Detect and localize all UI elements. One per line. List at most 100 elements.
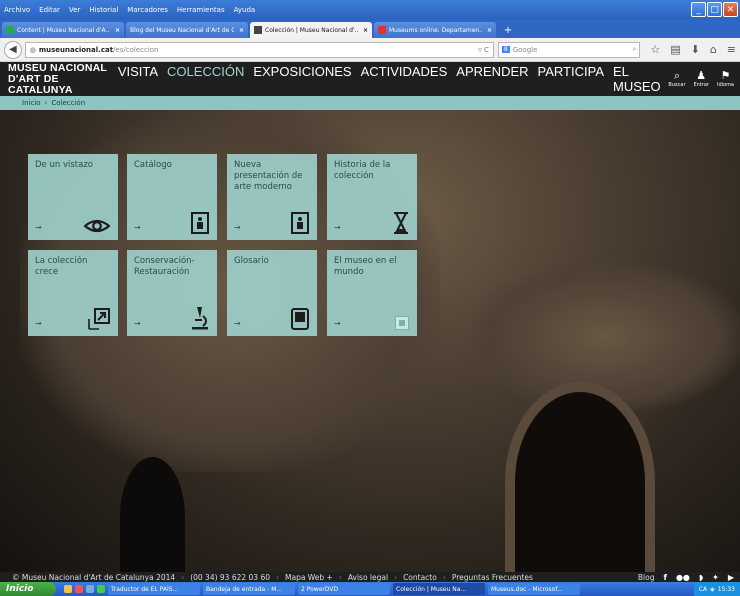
youtube-icon[interactable]: ▶ <box>728 573 734 582</box>
tab-close-icon[interactable]: × <box>363 27 368 34</box>
tile-nueva-presentacion[interactable]: Nueva presentación de arte moderno → <box>227 154 317 240</box>
task-powerdvd[interactable]: 2 PowerDVD <box>298 583 390 595</box>
back-button[interactable]: ◀ <box>4 40 22 59</box>
frame-icon <box>191 212 209 234</box>
quicklaunch-folder-icon[interactable] <box>64 585 72 593</box>
tab-blog[interactable]: Blog del Museu Nacional d'Art de C... × <box>126 22 248 38</box>
arrow-right-icon: → <box>234 319 241 328</box>
logo-line-2: D'ART DE CATALUNYA <box>8 72 73 96</box>
entrar-button[interactable]: ♟ Entrar <box>694 70 709 89</box>
tile-coleccion-crece[interactable]: La colección crece → <box>28 250 118 336</box>
search-bar[interactable]: 8 Google ⌕ <box>497 41 641 58</box>
window-controls: _ □ ✕ <box>691 2 738 17</box>
task-bandeja[interactable]: Bandeja de entrada - M... <box>203 583 295 595</box>
menu-ayuda[interactable]: Ayuda <box>234 6 256 14</box>
flag-icon: ⚑ <box>720 69 731 82</box>
tile-conservacion-restauracion[interactable]: Conservación-Restauración → <box>127 250 217 336</box>
tab-content[interactable]: Content | Museu Nacional d'A... × <box>2 22 124 38</box>
bookmarks-list-icon[interactable]: ▤ <box>670 43 680 56</box>
tray-lang[interactable]: CA <box>699 586 707 593</box>
footer-link-mapa-web[interactable]: Mapa Web + <box>285 573 333 582</box>
tab-close-icon[interactable]: × <box>239 27 244 34</box>
menu-editar[interactable]: Editar <box>39 6 60 14</box>
footer-copyright: © Museu Nacional d'Art de Catalunya 2014 <box>12 572 176 582</box>
bookmark-star-icon[interactable]: ☆ <box>650 43 660 56</box>
tile-historia-coleccion[interactable]: Historia de la colección → <box>327 154 417 240</box>
arrow-right-icon: → <box>234 223 241 232</box>
menu-icon[interactable]: ≡ <box>727 43 736 56</box>
maximize-icon[interactable]: □ <box>707 2 722 17</box>
arrow-right-icon: → <box>35 319 42 328</box>
download-icon[interactable]: ⬇ <box>691 43 700 56</box>
close-icon[interactable]: ✕ <box>723 2 738 17</box>
footer-link-contacto[interactable]: Contacto <box>403 573 437 582</box>
tile-title: Historia de la colección <box>334 160 391 181</box>
menu-marcadores[interactable]: Marcadores <box>127 6 168 14</box>
arrow-right-icon: → <box>334 223 341 232</box>
nav-coleccion[interactable]: COLECCIÓN <box>167 64 244 94</box>
quicklaunch-app-icon[interactable] <box>97 585 105 593</box>
favicon-icon <box>6 26 14 34</box>
nav-actividades[interactable]: ACTIVIDADES <box>361 64 448 94</box>
menu-historial[interactable]: Historial <box>89 6 118 14</box>
tile-de-un-vistazo[interactable]: De un vistazo → <box>28 154 118 240</box>
expand-icon <box>88 308 110 330</box>
menu-archivo[interactable]: Archivo <box>4 6 30 14</box>
url-host: museunacional.cat <box>38 45 114 54</box>
minimize-icon[interactable]: _ <box>691 2 706 17</box>
tray-network-icon[interactable]: ◈ <box>710 586 715 593</box>
menu-herramientas[interactable]: Herramientas <box>177 6 225 14</box>
museum-logo[interactable]: MUSEU NACIONAL D'ART DE CATALUNYA <box>8 62 114 96</box>
nav-exposiciones[interactable]: EXPOSICIONES <box>253 64 351 94</box>
globe-icon <box>395 316 409 330</box>
breadcrumb-home[interactable]: Inicio <box>22 99 41 107</box>
header-actions: ⌕ Buscar ♟ Entrar ⚑ Idioma <box>668 69 734 89</box>
quicklaunch-browser-icon[interactable] <box>86 585 94 593</box>
task-museus-doc[interactable]: Museus.doc - Microsof... <box>488 583 580 595</box>
flickr-icon[interactable]: ●● <box>676 573 690 582</box>
reload-icon[interactable]: ▿ C <box>478 46 489 54</box>
task-traductor[interactable]: Traductor de EL PAÍS... <box>108 583 200 595</box>
tile-glosario[interactable]: Glosario → <box>227 250 317 336</box>
tile-title: Glosario <box>234 256 269 266</box>
start-button[interactable]: Inicio <box>0 582 56 596</box>
arch-left <box>120 457 185 572</box>
footer-blog-link[interactable]: Blog <box>638 573 655 582</box>
task-coleccion[interactable]: Colección | Museu Na... <box>393 583 485 595</box>
idioma-button[interactable]: ⚑ Idioma <box>717 69 734 89</box>
tile-catalogo[interactable]: Catálogo → <box>127 154 217 240</box>
footer-link-faq[interactable]: Preguntas Frecuentes <box>452 573 533 582</box>
tab-close-icon[interactable]: × <box>487 27 492 34</box>
footer-phone: (00 34) 93 622 03 60 <box>190 572 270 582</box>
new-tab-button[interactable]: + <box>498 22 518 38</box>
nav-visita[interactable]: VISITA <box>118 64 158 94</box>
nav-participa[interactable]: PARTICIPA <box>538 64 604 94</box>
breadcrumb-separator: › <box>44 99 48 107</box>
tile-museo-en-el-mundo[interactable]: El museo en el mundo → <box>327 250 417 336</box>
footer-link-aviso-legal[interactable]: Aviso legal <box>348 573 388 582</box>
quick-launch <box>64 585 105 593</box>
nav-el-museo[interactable]: EL MUSEO <box>613 64 668 94</box>
twitter-icon[interactable]: ✦ <box>712 573 719 582</box>
search-engine-label: Google <box>512 45 538 54</box>
tab-coleccion[interactable]: Colección | Museu Nacional d'... × <box>250 22 372 38</box>
search-icon[interactable]: ⌕ <box>632 45 636 54</box>
tab-label: Museums online. Departamen... <box>389 26 482 34</box>
url-bar[interactable]: ◍ museunacional.cat /es/coleccion ▿ C <box>24 41 494 58</box>
tab-close-icon[interactable]: × <box>115 27 120 34</box>
menu-ver[interactable]: Ver <box>69 6 80 14</box>
url-path: /es/coleccion <box>113 45 159 54</box>
nav-aprender[interactable]: APRENDER <box>456 64 528 94</box>
hourglass-icon <box>394 212 408 234</box>
eye-icon <box>84 219 110 233</box>
facebook-icon[interactable]: f <box>663 573 666 582</box>
frame-icon <box>291 212 309 234</box>
rss-icon[interactable]: ◗ <box>699 573 703 582</box>
arrow-right-icon: → <box>134 319 141 328</box>
buscar-button[interactable]: ⌕ Buscar <box>668 70 685 89</box>
start-label: Inicio <box>6 584 34 594</box>
quicklaunch-media-icon[interactable] <box>75 585 83 593</box>
home-icon[interactable]: ⌂ <box>710 43 717 56</box>
system-tray: CA ◈ 15:33 <box>693 582 740 596</box>
tab-museums-online[interactable]: Museums online. Departamen... × <box>374 22 496 38</box>
